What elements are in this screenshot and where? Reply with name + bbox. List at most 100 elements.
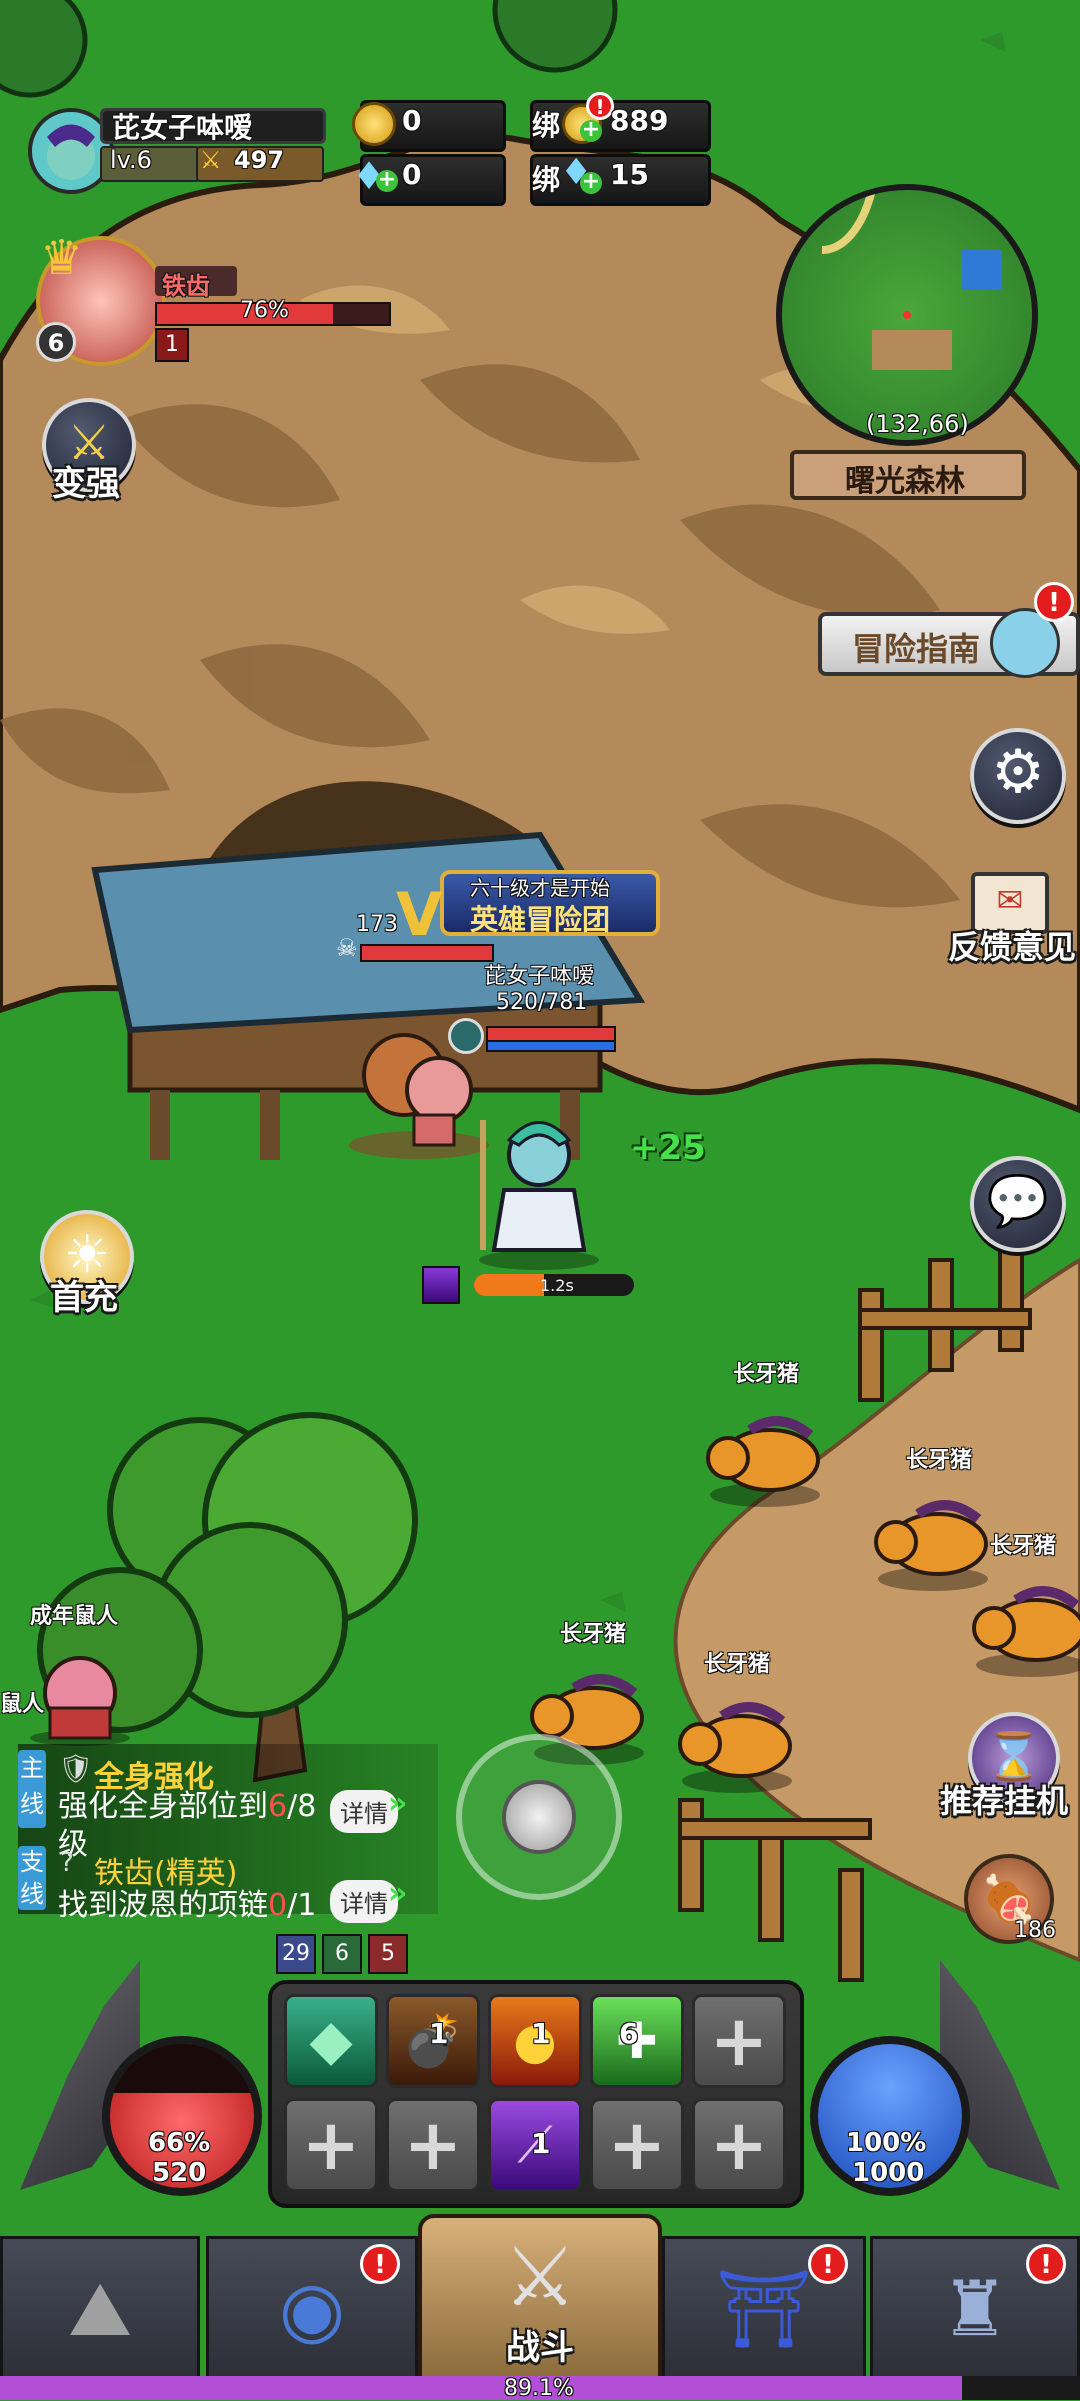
mp-orb-value: 1000 bbox=[852, 2158, 925, 2188]
enemy-name: 成年鼠人 bbox=[30, 1604, 119, 1629]
event-banner-line2: 英雄冒险团 bbox=[470, 903, 611, 936]
nav-hero-alert-badge: ! bbox=[360, 2244, 400, 2284]
target-name: 铁齿 bbox=[162, 272, 210, 300]
player-level: lv.6 bbox=[110, 146, 152, 174]
nav-inventory-button[interactable]: ⛰ bbox=[0, 2236, 200, 2386]
quest-main-tag: 主线 bbox=[18, 1750, 46, 1828]
hp-orb-percent: 66% bbox=[148, 2128, 211, 2158]
skill-slot-2-count: 1 bbox=[429, 2017, 449, 2050]
stone-icon: ⛰ bbox=[68, 2264, 132, 2353]
cast-time: 1.2s bbox=[540, 1276, 574, 1295]
exp-bar-fill bbox=[0, 2376, 963, 2400]
diamond-amount: 0 bbox=[402, 158, 422, 191]
nav-castle-alert-badge: ! bbox=[1026, 2244, 1066, 2284]
joystick-knob[interactable] bbox=[502, 1780, 576, 1854]
quest-shield-icon: 🛡 bbox=[58, 1752, 94, 1785]
enemy-name: 长牙猪 bbox=[906, 1448, 973, 1473]
skill-slot-8[interactable]: ⟋ 1 bbox=[488, 2098, 582, 2192]
mp-orb-percent: 100% bbox=[846, 2128, 927, 2158]
skill-slot-4[interactable]: ✚ 6 bbox=[590, 1994, 684, 2088]
target-buff-icon: 1 bbox=[155, 328, 189, 362]
settings-button[interactable]: ⚙ bbox=[970, 728, 1066, 824]
elite-hp-bar bbox=[360, 944, 494, 962]
boar-icon bbox=[972, 1586, 1080, 1677]
plus-icon: + bbox=[709, 2000, 769, 2082]
chat-button[interactable]: 💬 bbox=[970, 1156, 1066, 1252]
skill-slot-10[interactable]: + bbox=[692, 2098, 786, 2192]
quest-main-current: 6 bbox=[268, 1789, 288, 1824]
gear-icon: ⚙ bbox=[991, 737, 1045, 807]
hero-class-icon bbox=[448, 1018, 484, 1054]
bag-count: 186 bbox=[1014, 1918, 1056, 1943]
plus-icon: + bbox=[607, 2104, 667, 2186]
quest-side-sep: / bbox=[287, 1888, 298, 1923]
skill-slot-3[interactable]: ● 1 bbox=[488, 1994, 582, 2088]
crown-icon: ♛ bbox=[40, 230, 84, 286]
minimap-coords: (132,66) bbox=[866, 410, 969, 438]
plus-icon: + bbox=[301, 2104, 361, 2186]
skill-slot-5[interactable]: + bbox=[692, 1994, 786, 2088]
bound-gold-amount: 889 bbox=[610, 104, 669, 137]
bound-gold-label: 绑 bbox=[532, 109, 561, 142]
nav-battle-label: 战斗 bbox=[506, 2328, 574, 2368]
skill-slot-7[interactable]: + bbox=[386, 2098, 480, 2192]
target-level-badge: 6 bbox=[36, 322, 76, 362]
enemy-name: 长牙猪 bbox=[733, 1362, 800, 1387]
quest-main-desc-pre: 强化全身部位到 bbox=[58, 1789, 268, 1824]
bound-diamond-amount: 15 bbox=[610, 158, 649, 191]
quest-side-tag: 支线 bbox=[18, 1846, 46, 1910]
hero-hp-text: 520/781 bbox=[496, 990, 588, 1015]
skill-slot-1[interactable]: ◆ bbox=[284, 1994, 378, 2088]
bound-diamond-add-icon[interactable]: + bbox=[580, 171, 602, 194]
enemy-name: 长牙猪 bbox=[560, 1622, 627, 1647]
player-portrait-icon bbox=[47, 124, 95, 180]
virtual-joystick[interactable] bbox=[456, 1734, 622, 1900]
plus-icon: + bbox=[403, 2104, 463, 2186]
chat-bubble-icon: 💬 bbox=[986, 1172, 1050, 1230]
hp-orb-value: 520 bbox=[152, 2158, 207, 2188]
boar-enemy[interactable] bbox=[966, 1570, 1080, 1680]
chevron-v-icon: V bbox=[396, 880, 443, 950]
bound-gold-add-icon[interactable]: + bbox=[580, 119, 602, 142]
adventure-guide-label: 冒险指南 bbox=[852, 630, 981, 668]
first-recharge-label: 首充 bbox=[50, 1278, 118, 1318]
cast-bar-fill bbox=[474, 1274, 545, 1296]
recommend-afk-label: 推荐挂机 bbox=[940, 1782, 1069, 1820]
quest-side-current: 0 bbox=[268, 1888, 288, 1923]
event-banner-line1: 六十级才是开始 bbox=[470, 876, 610, 900]
ratman-enemy[interactable] bbox=[20, 1648, 140, 1748]
guide-alert-badge: ! bbox=[1034, 582, 1074, 622]
bound-diamond-label: 绑 bbox=[532, 163, 561, 196]
cast-skill-icon bbox=[422, 1266, 460, 1304]
diamond-add-icon[interactable]: + bbox=[376, 169, 398, 192]
skill-slot-9[interactable]: + bbox=[590, 2098, 684, 2192]
feedback-label: 反馈意见 bbox=[948, 928, 1077, 966]
quest-main-total: 8 bbox=[297, 1789, 317, 1824]
exp-text: 89.1% bbox=[504, 2376, 574, 2401]
heal-popup: +25 bbox=[630, 1128, 706, 1168]
gold-amount: 0 bbox=[402, 104, 422, 137]
hero-mp-bar bbox=[486, 1040, 616, 1052]
double-chevron-icon: » bbox=[388, 1876, 408, 1911]
boar-icon bbox=[706, 1416, 820, 1507]
player-power: 497 bbox=[234, 146, 285, 174]
green-crystal-icon: ◆ bbox=[309, 2008, 353, 2073]
hero-character[interactable] bbox=[474, 1100, 604, 1270]
double-chevron-icon: » bbox=[388, 1786, 408, 1821]
buff-icon: 6 bbox=[322, 1934, 362, 1974]
skill-slot-2[interactable]: 💣 1 bbox=[386, 1994, 480, 2088]
boar-enemy[interactable] bbox=[672, 1686, 802, 1796]
nav-guild-alert-badge: ! bbox=[808, 2244, 848, 2284]
strengthen-label: 变强 bbox=[52, 464, 120, 504]
crossed-swords-icon: ⚔ bbox=[200, 146, 222, 174]
minimap-terrain-icon bbox=[821, 190, 1002, 370]
minimap[interactable] bbox=[776, 184, 1038, 446]
skill-slot-6[interactable]: + bbox=[284, 2098, 378, 2192]
hero-name: 芘女子呠嗳 bbox=[484, 964, 595, 989]
quest-side-total: 1 bbox=[297, 1888, 317, 1923]
boar-enemy[interactable] bbox=[700, 1400, 830, 1510]
quest-side-desc-pre: 找到波恩的项链 bbox=[58, 1888, 268, 1923]
target-hp-text: 76% bbox=[240, 298, 289, 323]
buff-icon: 29 bbox=[276, 1934, 316, 1974]
quest-main-sep: / bbox=[287, 1789, 298, 1824]
